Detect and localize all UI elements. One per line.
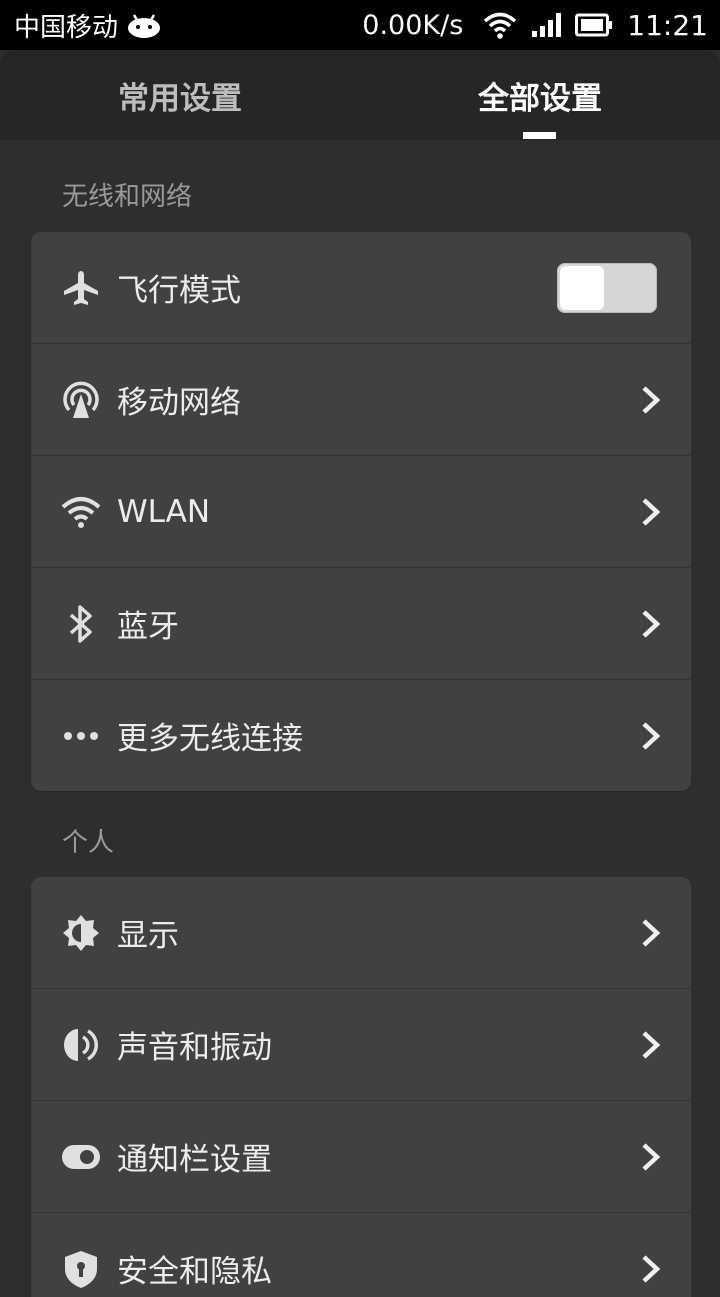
chevron-right-icon: [642, 721, 661, 750]
setting-security-privacy[interactable]: 安全和隐私: [31, 1213, 691, 1297]
section-title-personal: 个人: [62, 828, 115, 858]
active-tab-indicator: [523, 132, 556, 139]
setting-sound-vibration[interactable]: 声音和振动: [31, 989, 691, 1101]
setting-label: 更多无线连接: [117, 721, 303, 757]
setting-more-wireless[interactable]: 更多无线连接: [31, 680, 691, 791]
setting-label: WLAN: [117, 493, 211, 530]
network-speed: 0.00K/s: [362, 9, 464, 41]
setting-notification-bar[interactable]: 通知栏设置: [31, 1101, 691, 1213]
setting-label: 安全和隐私: [117, 1254, 272, 1290]
chevron-right-icon: [642, 1030, 661, 1059]
notification-toggle-icon: [61, 1137, 101, 1177]
more-dots-icon: [61, 716, 101, 756]
chevron-right-icon: [642, 609, 661, 638]
android-icon: [126, 12, 162, 38]
personal-settings-card: 显示 声音和振动 通知栏设置 安全和隐私: [31, 877, 691, 1297]
bluetooth-icon: [61, 604, 101, 644]
setting-label: 蓝牙: [117, 609, 179, 645]
sound-icon: [61, 1025, 101, 1065]
setting-mobile-network[interactable]: 移动网络: [31, 344, 691, 456]
cell-signal-icon: [531, 12, 562, 38]
shield-icon: [61, 1249, 101, 1289]
setting-bluetooth[interactable]: 蓝牙: [31, 568, 691, 680]
setting-label: 移动网络: [117, 385, 241, 421]
wifi-signal-icon: [483, 11, 517, 39]
wifi-icon: [61, 492, 101, 532]
chevron-right-icon: [642, 497, 661, 526]
setting-wlan[interactable]: WLAN: [31, 456, 691, 568]
wireless-settings-card: 飞行模式 移动网络 WLAN 蓝牙 更多无线连接: [31, 232, 691, 791]
toggle-knob: [560, 265, 604, 310]
mobile-network-icon: [61, 380, 101, 420]
tab-common-settings[interactable]: 常用设置: [0, 50, 360, 140]
chevron-right-icon: [642, 385, 661, 414]
chevron-right-icon: [642, 1142, 661, 1171]
carrier-name: 中国移动: [14, 12, 119, 43]
chevron-right-icon: [642, 918, 661, 947]
airplane-icon: [61, 268, 101, 308]
setting-label: 显示: [117, 918, 179, 954]
chevron-right-icon: [642, 1254, 661, 1283]
airplane-mode-toggle[interactable]: [557, 262, 657, 313]
settings-tab-bar: 常用设置 全部设置: [0, 50, 720, 140]
tab-all-settings[interactable]: 全部设置: [360, 50, 720, 140]
section-title-wireless: 无线和网络: [62, 182, 193, 212]
setting-airplane-mode[interactable]: 飞行模式: [31, 232, 691, 344]
setting-label: 飞行模式: [117, 273, 241, 309]
setting-label: 声音和振动: [117, 1030, 272, 1066]
battery-icon: [575, 13, 613, 37]
clock: 11:21: [627, 8, 708, 42]
brightness-icon: [61, 913, 101, 953]
status-bar: 中国移动 0.00K/s 11:21: [0, 0, 720, 50]
setting-label: 通知栏设置: [117, 1142, 272, 1178]
setting-display[interactable]: 显示: [31, 877, 691, 989]
